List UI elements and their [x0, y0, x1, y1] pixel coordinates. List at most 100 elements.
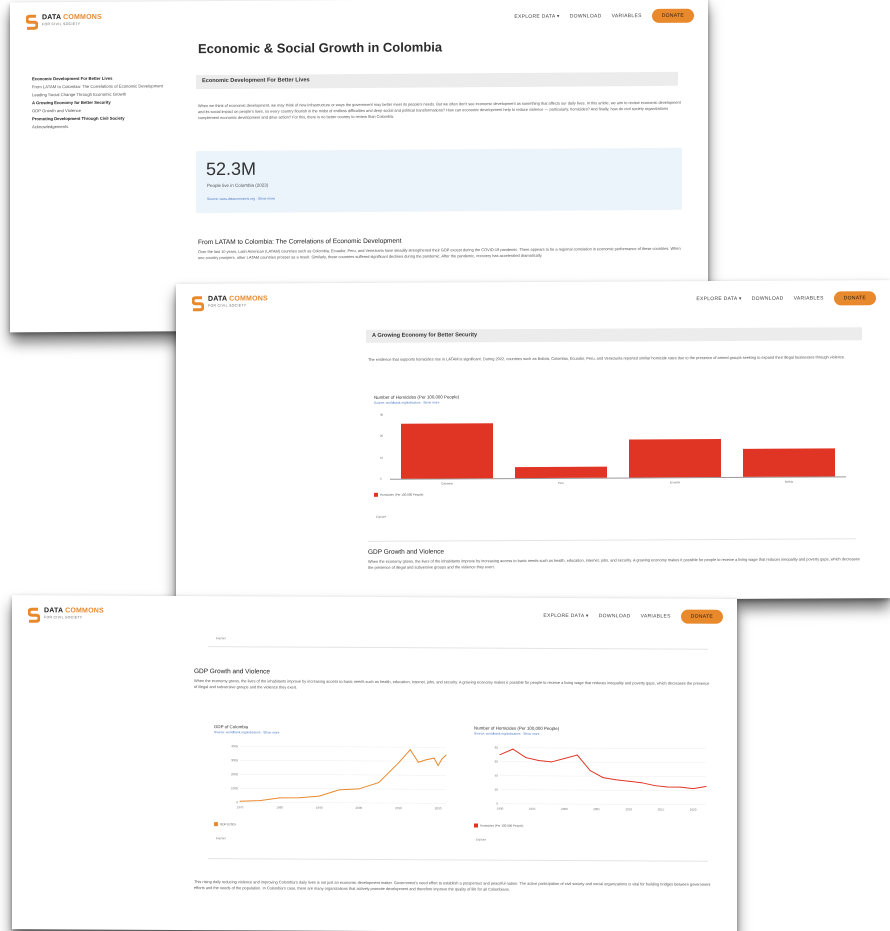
chart-title: Number of Homicides (Per 100,000 People): [474, 725, 560, 731]
data-point[interactable]: [538, 759, 540, 761]
bar-colombia[interactable]: [401, 422, 493, 479]
nav-explore-data[interactable]: EXPLORE DATA ▾: [543, 613, 588, 619]
x-tick-label: 1980: [276, 805, 283, 809]
series-line[interactable]: [499, 748, 707, 790]
toc-item[interactable]: Leading Social Change Through Economic G…: [32, 91, 182, 98]
explore-link[interactable]: Explore: [476, 838, 486, 842]
nav-variables[interactable]: VARIABLES: [794, 295, 824, 301]
explore-link[interactable]: Explore: [376, 515, 386, 519]
data-point[interactable]: [259, 800, 261, 802]
data-point[interactable]: [397, 762, 399, 764]
data-point[interactable]: [705, 786, 707, 788]
x-tick-label: 2015: [658, 807, 665, 811]
gridline: [500, 775, 706, 777]
gridline: [240, 746, 446, 748]
homicides-line-plot: 80 60 40 20 01990 1995 2000 2005 2010 2015 2020: [495, 746, 707, 812]
population-stat-card: 52.3M People live in Colombia (2023) Sou…: [196, 147, 682, 214]
data-point[interactable]: [445, 754, 447, 756]
y-tick-label: 60: [495, 760, 499, 764]
data-point[interactable]: [654, 785, 655, 787]
logo-name: DATA COMMONS: [42, 13, 102, 22]
bar-plot-area: 30 20 10 0 Colombia Peru Ecuador Bolivia: [368, 386, 856, 485]
data-point[interactable]: [279, 797, 281, 799]
logo[interactable]: DATA COMMONS FOR CIVIL SOCIETY: [26, 14, 102, 31]
intro-paragraph: The evidence that supports homicides ris…: [368, 354, 846, 362]
data-point[interactable]: [437, 765, 439, 767]
explore-link[interactable]: Explore: [216, 836, 226, 840]
chart-source-link[interactable]: Source: worldbank.org/indicators · Show …: [474, 732, 539, 736]
data-point[interactable]: [563, 757, 565, 759]
data-point[interactable]: [589, 770, 591, 772]
collage: DATA COMMONS FOR CIVIL SOCIETY EXPLORE D…: [0, 0, 890, 931]
logo-mark-icon: [192, 296, 204, 312]
nav-variables[interactable]: VARIABLES: [612, 13, 642, 19]
data-point[interactable]: [239, 800, 241, 802]
data-point[interactable]: [358, 788, 360, 790]
data-point[interactable]: [378, 782, 380, 784]
stat-source-link[interactable]: Source: www.datacommons.org · Show more: [207, 197, 275, 201]
homicides-line-chart: Number of Homicides (Per 100,000 People)…: [468, 719, 716, 843]
y-tick-label: 100B: [231, 786, 238, 790]
series-line[interactable]: [239, 748, 447, 803]
data-point[interactable]: [441, 758, 443, 760]
toc-item[interactable]: Promoting Development Through Civil Soci…: [32, 115, 182, 122]
logo[interactable]: DATA COMMONS FOR CIVIL SOCIETY: [28, 607, 104, 623]
nav-explore-data[interactable]: EXPLORE DATA ▾: [514, 14, 559, 20]
toc-item[interactable]: Economic Development For Better Lives: [32, 75, 182, 82]
data-point[interactable]: [298, 797, 300, 799]
toc-item[interactable]: GDP Growth and Violence: [32, 107, 182, 114]
donate-button[interactable]: DONATE: [651, 8, 694, 23]
gridline: [500, 803, 706, 805]
nav-variables[interactable]: VARIABLES: [641, 613, 671, 619]
donate-button[interactable]: DONATE: [833, 291, 876, 306]
data-point[interactable]: [417, 761, 419, 763]
y-tick-label: 80: [495, 746, 499, 750]
data-point[interactable]: [628, 780, 630, 782]
nav-download[interactable]: DOWNLOAD: [599, 613, 631, 619]
bar-ecuador[interactable]: [629, 438, 721, 478]
data-point[interactable]: [318, 795, 320, 797]
x-tick-label: 1990: [316, 806, 323, 810]
data-point[interactable]: [512, 748, 514, 750]
data-point[interactable]: [409, 749, 411, 751]
data-point[interactable]: [615, 779, 617, 781]
logo[interactable]: DATA COMMONS FOR CIVIL SOCIETY: [192, 295, 268, 312]
chart-legend: GDP (USD): [214, 822, 236, 826]
nav-explore-data[interactable]: EXPLORE DATA ▾: [696, 296, 741, 302]
data-point[interactable]: [525, 757, 527, 759]
toc-item[interactable]: Acknowledgements: [32, 123, 182, 130]
table-of-contents: Economic Development For Better Lives Fro…: [32, 75, 182, 132]
data-point[interactable]: [679, 786, 681, 788]
data-point[interactable]: [425, 759, 427, 761]
legend-label: Homicides (Per 100,000 People): [380, 492, 424, 497]
legend-swatch: [214, 822, 218, 827]
toc-item[interactable]: From LATAM to Colombia: The Correlations…: [32, 83, 182, 90]
data-point[interactable]: [602, 777, 604, 779]
toc-item[interactable]: A Growing Economy for Better Security: [32, 99, 182, 106]
data-point[interactable]: [576, 754, 578, 756]
top-nav: DATA COMMONS FOR CIVIL SOCIETY EXPLORE D…: [176, 280, 890, 322]
explore-link[interactable]: Explore: [216, 636, 226, 640]
top-nav: DATA COMMONS FOR CIVIL SOCIETY EXPLORE D…: [10, 0, 708, 40]
chart-source-link[interactable]: Source: worldbank.org/indicators · Show …: [374, 400, 439, 404]
data-point[interactable]: [692, 788, 694, 790]
data-point[interactable]: [338, 789, 340, 791]
intro-paragraph: When we think of economic development, w…: [198, 99, 681, 121]
bar-bolivia[interactable]: [743, 448, 835, 477]
top-nav: DATA COMMONS FOR CIVIL SOCIETY EXPLORE D…: [12, 595, 737, 637]
nav-download[interactable]: DOWNLOAD: [570, 13, 602, 19]
data-point[interactable]: [499, 754, 501, 756]
y-tick-label: 20: [380, 434, 384, 439]
data-point[interactable]: [666, 786, 668, 788]
legend-swatch: [374, 492, 378, 497]
bar-peru[interactable]: [515, 466, 607, 479]
nav-download[interactable]: DOWNLOAD: [752, 296, 784, 302]
gridline: [240, 760, 446, 762]
divider: [208, 646, 708, 650]
data-point[interactable]: [551, 761, 552, 763]
data-point[interactable]: [641, 782, 643, 784]
data-point[interactable]: [433, 757, 435, 759]
donate-button[interactable]: DONATE: [680, 609, 723, 624]
chart-source-link[interactable]: Source: worldbank.org/indicators · Show …: [214, 730, 279, 734]
x-tick-label: 1970: [237, 805, 244, 809]
